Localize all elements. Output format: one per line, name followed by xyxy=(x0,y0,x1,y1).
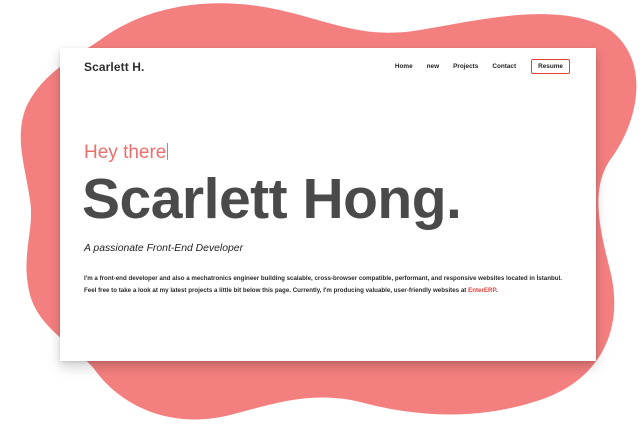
bio-paragraph: I'm a front-end developer and also a mec… xyxy=(84,273,574,297)
bio-end: . xyxy=(495,287,498,294)
nav-projects[interactable]: Projects xyxy=(453,63,478,70)
brand-logo[interactable]: Scarlett H. xyxy=(84,60,144,74)
nav-new[interactable]: new xyxy=(427,63,439,70)
greeting-line: Hey there xyxy=(84,142,169,164)
resume-button[interactable]: Resume xyxy=(531,59,570,74)
main-nav: Home new Projects Contact Resume xyxy=(395,59,570,74)
greeting-text: Hey there xyxy=(84,142,167,163)
typing-cursor xyxy=(167,143,169,160)
nav-home[interactable]: Home xyxy=(395,63,413,70)
hero-name: Scarlett Hong. xyxy=(82,167,462,231)
entererp-link[interactable]: EnterERP xyxy=(468,287,496,294)
portfolio-window: Scarlett H. Home new Projects Contact Re… xyxy=(60,48,596,361)
nav-contact[interactable]: Contact xyxy=(492,63,516,70)
hero-tagline: A passionate Front-End Developer xyxy=(84,243,244,254)
